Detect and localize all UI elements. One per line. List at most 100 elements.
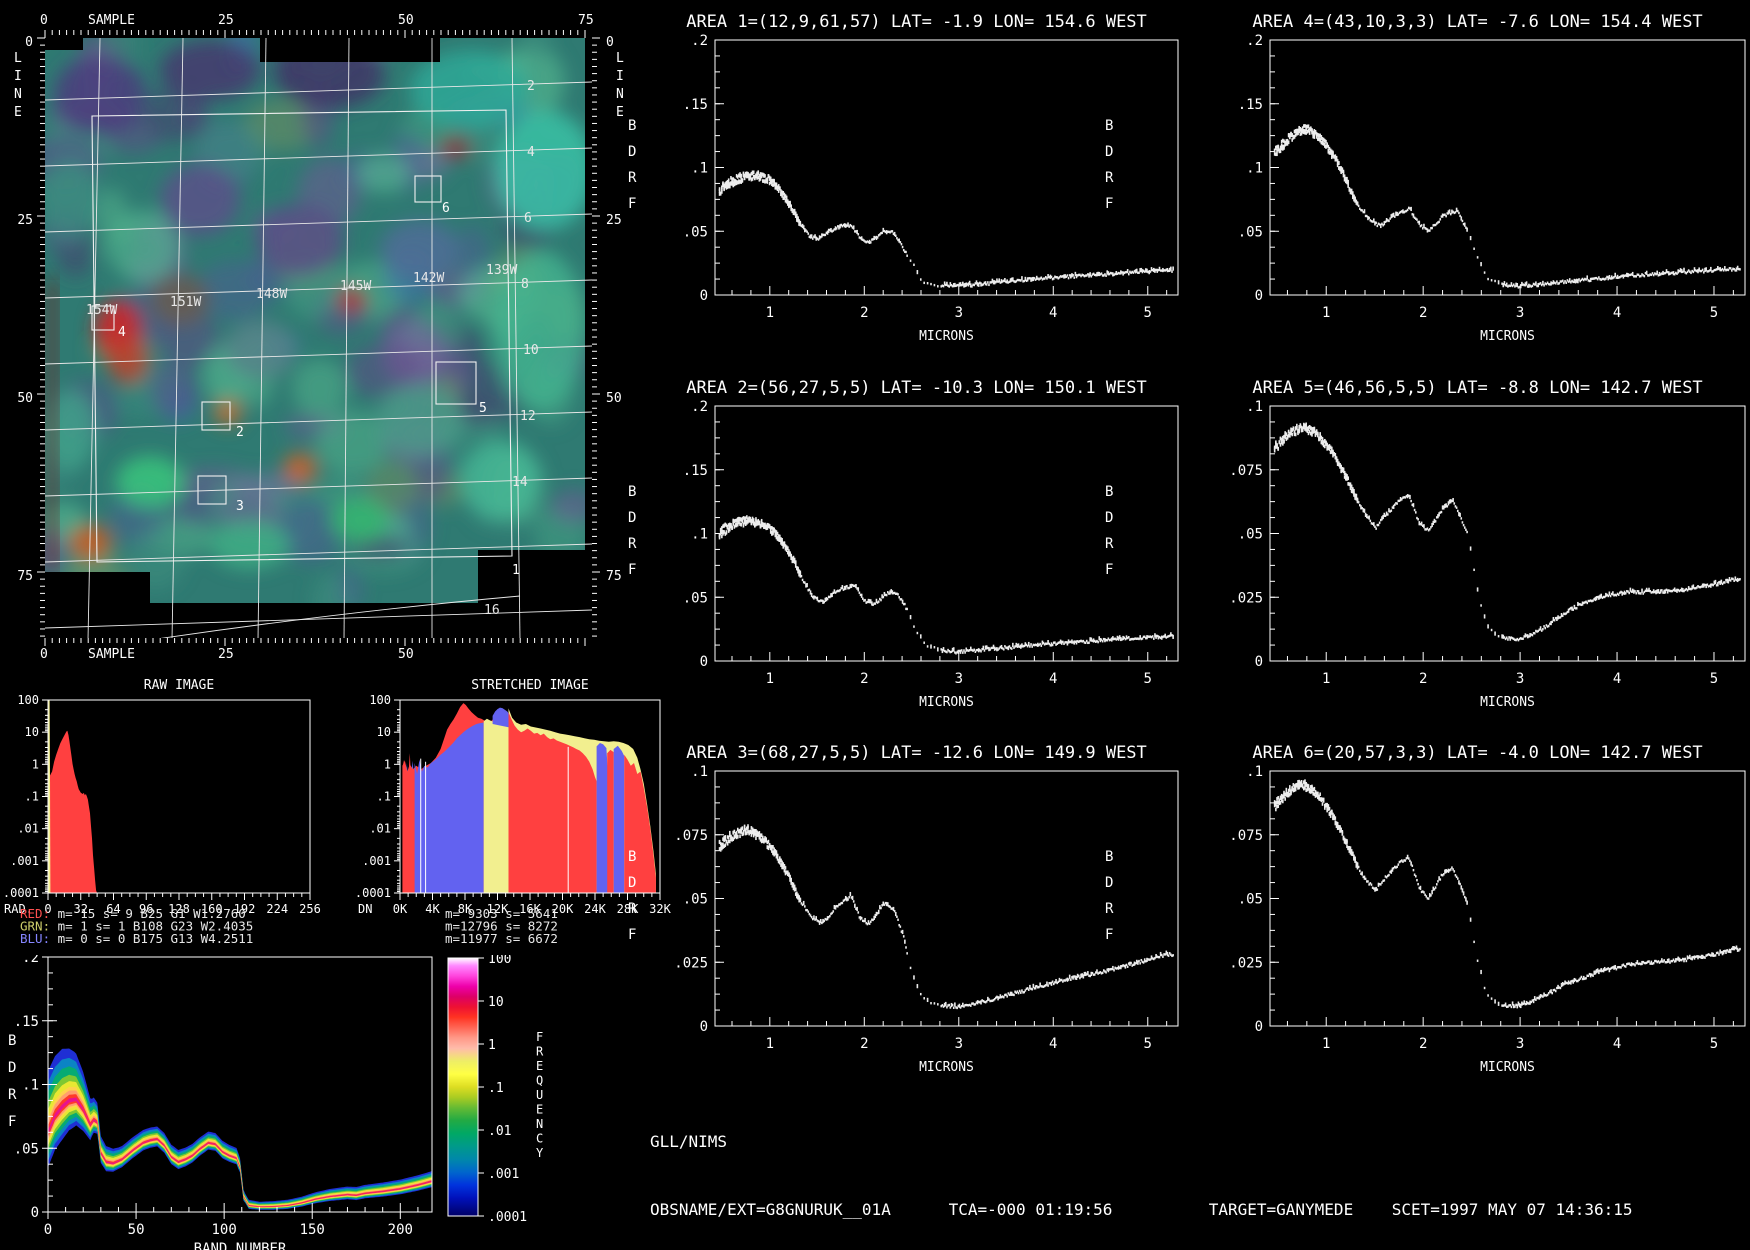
x-tick-label: 3 xyxy=(955,671,963,687)
y-tick-label: .025 xyxy=(1229,590,1263,606)
line-tick-label: 0 xyxy=(25,35,33,50)
plot-frame xyxy=(47,956,433,1213)
y-tick-label: .2 xyxy=(691,33,708,49)
y-tick-label: .15 xyxy=(683,463,708,479)
x-axis-label: MICRONS xyxy=(919,695,974,710)
y-tick-label: .001 xyxy=(362,854,391,868)
latitude-label: 10 xyxy=(523,343,539,358)
latitude-label: 14 xyxy=(512,475,528,490)
x-axis-label: MICRONS xyxy=(919,329,974,344)
y-tick-label: 0 xyxy=(700,1019,708,1035)
bdrf-axis-letter: R xyxy=(1105,536,1114,552)
x-axis-label: BAND NUMBER xyxy=(194,1241,287,1250)
latitude-label: 12 xyxy=(520,409,536,424)
bdrf-axis-letter: D xyxy=(628,144,636,160)
x-tick-label: 3 xyxy=(1516,1036,1524,1052)
y-tick-label: .075 xyxy=(1229,828,1263,844)
x-tick-label: 4 xyxy=(1613,305,1621,321)
y-tick-label: 1 xyxy=(384,757,391,771)
x-tick-label: 5 xyxy=(1710,671,1718,687)
y-tick-label: 0 xyxy=(31,1205,39,1221)
histogram-title: RAW IMAGE xyxy=(144,678,214,693)
nims-analysis-screen: { "app": {"bg": "#000000", "fg": "#fffff… xyxy=(0,0,1750,1250)
area-spectrum-svg: AREA 6=(20,57,3,3) LAT= -4.0 LON= 142.7 … xyxy=(1105,743,1746,1075)
bdrf-axis-letter: R xyxy=(8,1087,17,1103)
area-plot-title: AREA 6=(20,57,3,3) LAT= -4.0 LON= 142.7 … xyxy=(1252,743,1702,763)
longitude-label: 145W xyxy=(340,279,371,294)
bdrf-axis-letter: B xyxy=(8,1033,16,1049)
area-plot-title: AREA 3=(68,27,5,5) LAT= -12.6 LON= 149.9… xyxy=(686,743,1147,763)
line-axis-letter: E xyxy=(14,105,22,120)
longitude-label: 154W xyxy=(86,303,117,318)
y-tick-label: 0 xyxy=(1255,288,1263,304)
histogram-band xyxy=(48,730,98,893)
y-tick-label: .2 xyxy=(691,399,708,415)
x-tick-label: 200 xyxy=(388,1222,413,1238)
y-tick-label: .01 xyxy=(369,822,391,836)
area-plot-title: AREA 2=(56,27,5,5) LAT= -10.3 LON= 150.1… xyxy=(686,378,1147,398)
x-tick-label: 1 xyxy=(1322,1036,1330,1052)
channel-stats-line: m=11977 s= 6672 xyxy=(445,931,558,946)
y-tick-label: .1 xyxy=(1246,161,1263,177)
y-tick-label: .075 xyxy=(674,828,708,844)
longitude-label: 139W xyxy=(486,263,517,278)
y-tick-label: .05 xyxy=(1238,527,1263,543)
x-tick-label: 2 xyxy=(860,305,868,321)
area-box-number: 5 xyxy=(479,401,487,416)
bdrf-axis-letter: B xyxy=(628,849,636,865)
line-axis-letter: L xyxy=(14,51,22,66)
x-tick-label: 4 xyxy=(1613,1036,1621,1052)
metadata-line: OBSNAME/EXT=G8GNURUK__01A TCA=-000 01:19… xyxy=(650,1199,1633,1219)
y-tick-label: .05 xyxy=(683,892,708,908)
bdrf-axis-letter: F xyxy=(628,196,636,212)
y-tick-label: .025 xyxy=(674,955,708,971)
raw-image-histogram-panel: RAW IMAGE 100 10 1.1.01.001.0001 0 32 64 96 128 1… xyxy=(0,675,345,959)
latitude-label: 4 xyxy=(527,145,535,160)
x-tick-label: 2 xyxy=(860,671,868,687)
y-tick-label: .1 xyxy=(377,790,391,804)
bdrf-axis-letter: B xyxy=(628,484,636,500)
latitude-label: 16 xyxy=(484,603,500,618)
y-tick-label: .0001 xyxy=(3,886,39,900)
bdrf-axis-letter: B xyxy=(1105,849,1113,865)
bdrf-axis-letter: D xyxy=(628,510,636,526)
y-tick-label: .0001 xyxy=(355,886,391,900)
y-tick-label: .1 xyxy=(691,764,708,780)
y-tick-label: .1 xyxy=(22,1078,39,1094)
line-axis-letter: I xyxy=(14,69,22,84)
x-tick-label: 4 xyxy=(1613,671,1621,687)
colorbar-tick-label: .1 xyxy=(488,1081,504,1096)
x-tick-label: 4 xyxy=(1049,305,1057,321)
label: SAMPLE xyxy=(88,647,135,662)
longitude-label: 148W xyxy=(256,287,287,302)
bdrf-axis-letter: F xyxy=(1105,196,1113,212)
y-tick-label: 100 xyxy=(369,693,391,707)
y-tick-label: .05 xyxy=(683,224,708,240)
area-box-number: 6 xyxy=(442,201,450,216)
x-tick-label: 5 xyxy=(1710,305,1718,321)
latitude-label: 2 xyxy=(527,79,535,94)
label: 0 xyxy=(40,13,48,28)
y-tick-label: .15 xyxy=(683,97,708,113)
longitude-label: 151W xyxy=(170,295,201,310)
frequency-colorbar xyxy=(448,958,478,1216)
bdrf-axis-letter: R xyxy=(1105,170,1114,186)
x-tick-label: 3 xyxy=(955,305,963,321)
frequency-axis-letter: E xyxy=(536,1059,543,1073)
frequency-axis-letter: Y xyxy=(536,1146,544,1160)
spectrum-points xyxy=(1273,124,1741,289)
raw-histogram-svg: RAW IMAGE100101.1.01.001.00010 32 64 96 128 1… xyxy=(3,678,321,946)
bdrf-axis-letter: D xyxy=(1105,875,1113,891)
line-tick-label: 75 xyxy=(17,569,33,584)
colorbar-tick-label: .0001 xyxy=(488,1210,527,1225)
band-spectrum-svg: .2.15.1.050BDRF0 50 100 150 200BAND NUMBER10… xyxy=(8,950,544,1250)
x-axis-label: MICRONS xyxy=(919,1060,974,1075)
x-tick-label: 2 xyxy=(1419,671,1427,687)
y-tick-label: .05 xyxy=(683,590,708,606)
x-tick-label: 4 xyxy=(1049,1036,1057,1052)
x-tick-label: 3 xyxy=(955,1036,963,1052)
area-plot-title: AREA 4=(43,10,3,3) LAT= -7.6 LON= 154.4 … xyxy=(1252,12,1702,32)
x-tick-label: 1 xyxy=(1322,671,1330,687)
area-plot-title: AREA 1=(12,9,61,57) LAT= -1.9 LON= 154.6… xyxy=(686,12,1147,32)
bdrf-axis-letter: R xyxy=(628,901,637,917)
